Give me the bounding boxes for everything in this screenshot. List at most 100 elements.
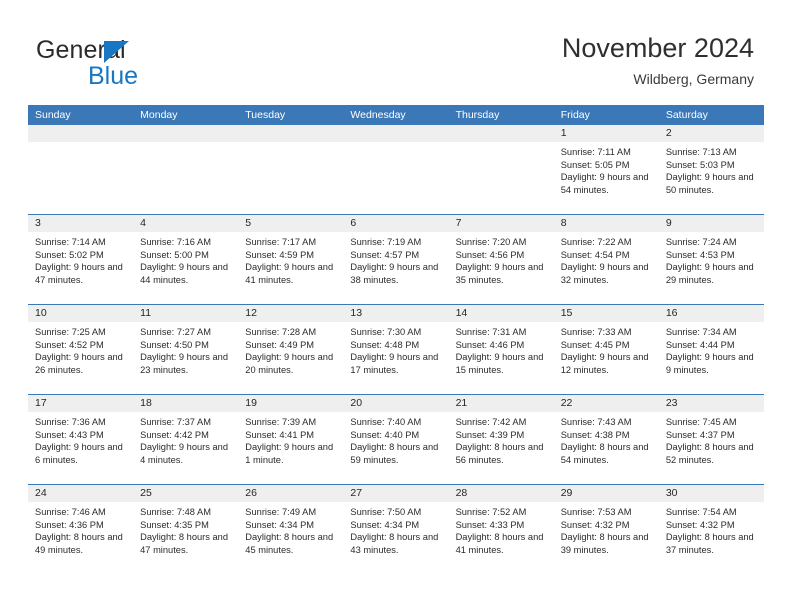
brand-name-bottom: Blue [88, 62, 139, 90]
day-number: 4 [133, 215, 239, 232]
sunrise-text: Sunrise: 7:49 AM [245, 507, 317, 517]
day-cell[interactable]: 29 Sunrise: 7:53 AM Sunset: 4:32 PM Dayligh… [553, 485, 659, 574]
day-cell[interactable]: 14 Sunrise: 7:31 AM Sunset: 4:46 PM Dayligh… [448, 305, 554, 394]
day-details: Sunrise: 7:22 AM Sunset: 4:54 PM Daylight:… [554, 232, 659, 286]
day-cell[interactable]: 21 Sunrise: 7:42 AM Sunset: 4:39 PM Dayligh… [448, 395, 554, 484]
day-details: Sunrise: 7:50 AM Sunset: 4:34 PM Daylight:… [343, 502, 448, 556]
sunset-text: Sunset: 4:41 PM [245, 429, 315, 440]
day-cell[interactable]: 24 Sunrise: 7:46 AM Sunset: 4:36 PM Dayligh… [28, 485, 134, 574]
day-cell[interactable]: 1 Sunrise: 7:11 AM Sunset: 5:05 PM Daylight… [553, 125, 659, 214]
daylight-text: Daylight: 9 hours and 38 minutes. [350, 262, 439, 285]
calendar-grid: Sunday Monday Tuesday Wednesday Thursday Frid… [28, 105, 764, 574]
day-cell[interactable]: 3 Sunrise: 7:14 AM Sunset: 5:02 PM Daylight… [28, 215, 134, 304]
day-number: 5 [238, 215, 344, 232]
sunrise-text: Sunrise: 7:30 AM [350, 327, 422, 337]
day-details: Sunrise: 7:19 AM Sunset: 4:57 PM Daylight:… [343, 232, 448, 286]
week-cells: 17 Sunrise: 7:36 AM Sunset: 4:43 PM Dayligh… [28, 395, 764, 484]
day-cell[interactable]: 26 Sunrise: 7:49 AM Sunset: 4:34 PM Dayligh… [238, 485, 344, 574]
sunrise-text: Sunrise: 7:54 AM [665, 507, 737, 517]
sunset-text: Sunset: 4:39 PM [455, 429, 525, 440]
weekday-header-saturday: Saturday [665, 109, 708, 121]
sunset-text: Sunset: 4:48 PM [350, 339, 420, 350]
day-number: 2 [658, 125, 764, 142]
weekday-header-thursday: Thursday [455, 109, 500, 121]
sunrise-text: Sunrise: 7:11 AM [560, 147, 631, 157]
week-cells: 24 Sunrise: 7:46 AM Sunset: 4:36 PM Dayligh… [28, 485, 764, 574]
day-details: Sunrise: 7:45 AM Sunset: 4:37 PM Daylight:… [659, 412, 764, 466]
day-number: 26 [238, 485, 344, 502]
sunset-text: Sunset: 5:03 PM [665, 159, 735, 170]
day-details: Sunrise: 7:31 AM Sunset: 4:46 PM Daylight:… [449, 322, 554, 376]
week-cells: 10 Sunrise: 7:25 AM Sunset: 4:52 PM Dayligh… [28, 305, 764, 394]
day-number: 21 [448, 395, 554, 412]
day-number: 6 [343, 215, 449, 232]
day-number: 25 [133, 485, 239, 502]
page-title: November 2024 [561, 33, 754, 63]
daylight-text: Daylight: 8 hours and 47 minutes. [140, 532, 228, 555]
daylight-text: Daylight: 9 hours and 6 minutes. [35, 442, 123, 465]
day-cell[interactable]: 23 Sunrise: 7:45 AM Sunset: 4:37 PM Dayligh… [658, 395, 764, 484]
sunset-text: Sunset: 4:42 PM [140, 429, 209, 440]
day-cell[interactable]: 22 Sunrise: 7:43 AM Sunset: 4:38 PM Dayligh… [553, 395, 659, 484]
sunset-text: Sunset: 4:34 PM [245, 519, 315, 530]
sunrise-text: Sunrise: 7:14 AM [35, 237, 106, 247]
sunset-text: Sunset: 4:37 PM [665, 429, 735, 440]
day-cell[interactable]: 19 Sunrise: 7:39 AM Sunset: 4:41 PM Dayligh… [238, 395, 344, 484]
sunset-text: Sunset: 4:49 PM [245, 339, 315, 350]
sunrise-text: Sunrise: 7:37 AM [140, 417, 211, 427]
day-cell[interactable]: 11 Sunrise: 7:27 AM Sunset: 4:50 PM Dayligh… [133, 305, 239, 394]
daylight-text: Daylight: 8 hours and 39 minutes. [560, 532, 649, 555]
day-cell[interactable]: 5 Sunrise: 7:17 AM Sunset: 4:59 PM Daylight… [238, 215, 344, 304]
sunrise-text: Sunrise: 7:13 AM [665, 147, 737, 157]
day-cell[interactable]: 25 Sunrise: 7:48 AM Sunset: 4:35 PM Dayligh… [133, 485, 239, 574]
day-cell[interactable]: 6 Sunrise: 7:19 AM Sunset: 4:57 PM Daylight… [343, 215, 449, 304]
day-cell[interactable]: 8 Sunrise: 7:22 AM Sunset: 4:54 PM Daylight… [553, 215, 659, 304]
day-number: 9 [658, 215, 764, 232]
brand-logo[interactable]: General Blue [36, 36, 216, 90]
triangle-icon [104, 41, 129, 63]
sunrise-text: Sunrise: 7:31 AM [455, 327, 527, 337]
sunrise-text: Sunrise: 7:40 AM [350, 417, 422, 427]
sunset-text: Sunset: 5:05 PM [560, 159, 630, 170]
title-block: November 2024 Wildberg, Germany [562, 32, 754, 88]
day-cell[interactable]: 20 Sunrise: 7:40 AM Sunset: 4:40 PM Dayligh… [343, 395, 449, 484]
day-number [448, 125, 554, 142]
day-cell[interactable]: 4 Sunrise: 7:16 AM Sunset: 5:00 PM Daylight… [133, 215, 239, 304]
day-cell[interactable]: 17 Sunrise: 7:36 AM Sunset: 4:43 PM Dayligh… [28, 395, 134, 484]
sunrise-text: Sunrise: 7:52 AM [455, 507, 527, 517]
day-cell[interactable]: 15 Sunrise: 7:33 AM Sunset: 4:45 PM Dayligh… [553, 305, 659, 394]
day-cell[interactable]: 27 Sunrise: 7:50 AM Sunset: 4:34 PM Dayligh… [343, 485, 449, 574]
sunrise-text: Sunrise: 7:27 AM [140, 327, 211, 337]
day-details: Sunrise: 7:36 AM Sunset: 4:43 PM Daylight:… [28, 412, 133, 466]
day-cell[interactable]: 18 Sunrise: 7:37 AM Sunset: 4:42 PM Dayligh… [133, 395, 239, 484]
day-number: 17 [28, 395, 134, 412]
day-details: Sunrise: 7:17 AM Sunset: 4:59 PM Daylight:… [238, 232, 343, 286]
calendar-week-row: 17 Sunrise: 7:36 AM Sunset: 4:43 PM Dayligh… [28, 394, 764, 484]
day-cell[interactable]: 2 Sunrise: 7:13 AM Sunset: 5:03 PM Daylight… [658, 125, 764, 214]
sunrise-text: Sunrise: 7:48 AM [140, 507, 211, 517]
day-cell[interactable]: 12 Sunrise: 7:28 AM Sunset: 4:49 PM Dayligh… [238, 305, 344, 394]
sunrise-text: Sunrise: 7:28 AM [245, 327, 317, 337]
sunset-text: Sunset: 4:40 PM [350, 429, 420, 440]
day-cell-empty [28, 125, 134, 214]
sunrise-text: Sunrise: 7:43 AM [560, 417, 632, 427]
day-cell[interactable]: 10 Sunrise: 7:25 AM Sunset: 4:52 PM Dayligh… [28, 305, 134, 394]
sunrise-text: Sunrise: 7:19 AM [350, 237, 422, 247]
day-number [343, 125, 449, 142]
daylight-text: Daylight: 8 hours and 41 minutes. [455, 532, 544, 555]
day-details: Sunrise: 7:28 AM Sunset: 4:49 PM Daylight:… [238, 322, 343, 376]
sunset-text: Sunset: 4:35 PM [140, 519, 209, 530]
day-cell[interactable]: 28 Sunrise: 7:52 AM Sunset: 4:33 PM Dayligh… [448, 485, 554, 574]
sunset-text: Sunset: 4:32 PM [665, 519, 735, 530]
sunrise-text: Sunrise: 7:16 AM [140, 237, 211, 247]
daylight-text: Daylight: 9 hours and 23 minutes. [140, 352, 228, 375]
sunrise-text: Sunrise: 7:17 AM [245, 237, 317, 247]
day-cell-empty [133, 125, 239, 214]
day-cell[interactable]: 9 Sunrise: 7:24 AM Sunset: 4:53 PM Daylight… [658, 215, 764, 304]
day-cell[interactable]: 16 Sunrise: 7:34 AM Sunset: 4:44 PM Dayligh… [658, 305, 764, 394]
day-cell[interactable]: 30 Sunrise: 7:54 AM Sunset: 4:32 PM Dayligh… [658, 485, 764, 574]
sunset-text: Sunset: 4:46 PM [455, 339, 525, 350]
day-cell[interactable]: 7 Sunrise: 7:20 AM Sunset: 4:56 PM Daylight… [448, 215, 554, 304]
daylight-text: Daylight: 9 hours and 20 minutes. [245, 352, 334, 375]
day-cell[interactable]: 13 Sunrise: 7:30 AM Sunset: 4:48 PM Dayligh… [343, 305, 449, 394]
